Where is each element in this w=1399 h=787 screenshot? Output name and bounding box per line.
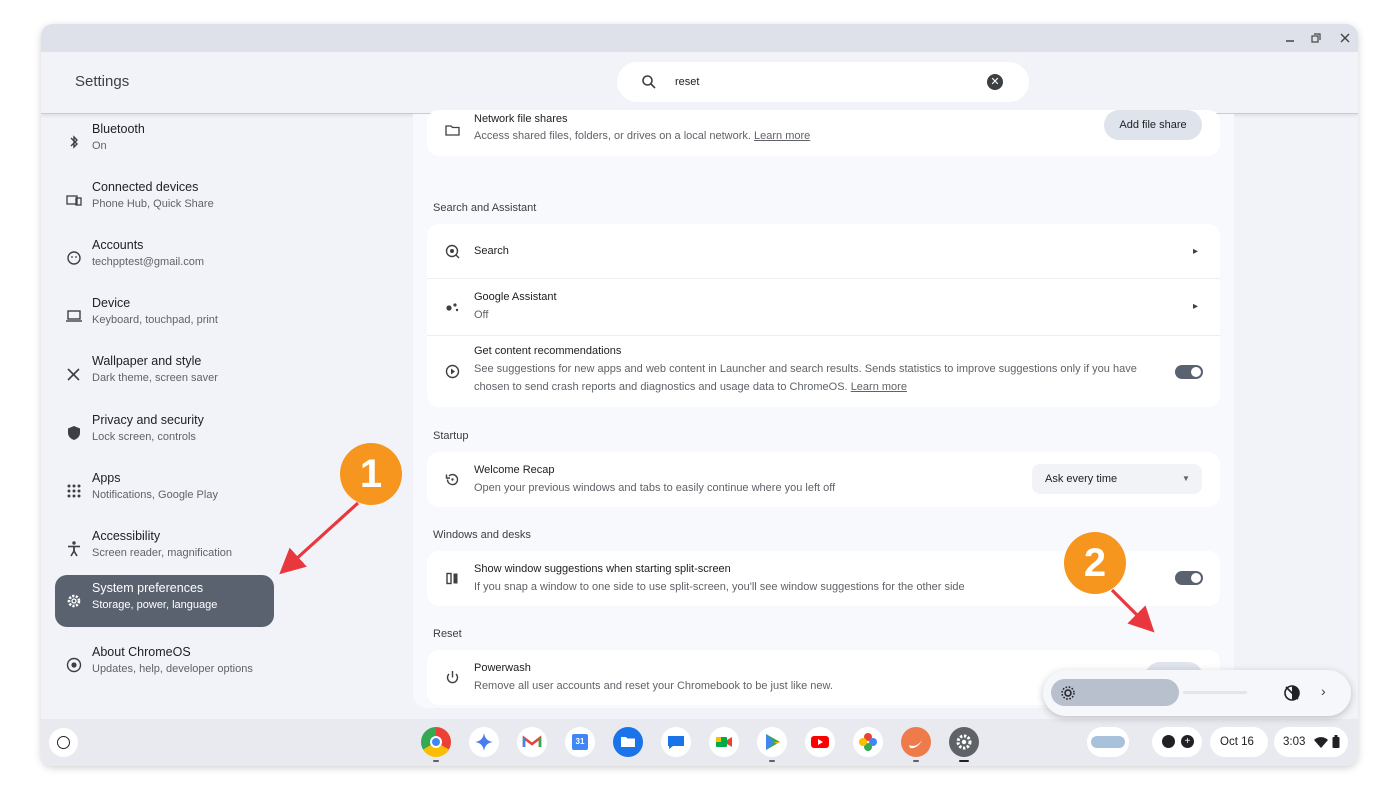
step-2-badge: 2 bbox=[1064, 532, 1126, 594]
annotation-arrows bbox=[279, 501, 1155, 633]
arrow-to-system-preferences bbox=[279, 501, 360, 575]
arrow-to-reset-button bbox=[1110, 588, 1155, 633]
screen: Settings ✕ Bluetooth On bbox=[0, 0, 1399, 787]
step-1-badge: 1 bbox=[340, 443, 402, 505]
